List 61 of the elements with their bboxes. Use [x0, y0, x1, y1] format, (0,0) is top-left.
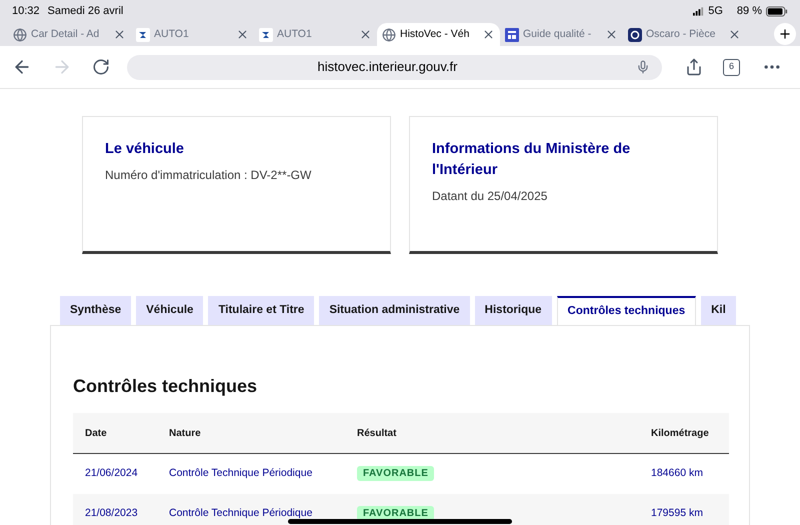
tab-title: AUTO1: [154, 26, 190, 42]
network-label: 5G: [708, 4, 723, 20]
status-date: Samedi 26 avril: [48, 4, 124, 20]
card-title: Le véhicule: [105, 140, 185, 159]
battery-icon: [766, 6, 788, 17]
tab-title: HistoVec - Véh: [400, 26, 470, 42]
nature-link[interactable]: Contrôle Technique Périodique: [169, 506, 357, 522]
browser-tab[interactable]: HistoVec - Véh: [377, 23, 500, 46]
close-icon[interactable]: [359, 28, 372, 41]
section-heading: Contrôles techniques: [73, 375, 258, 398]
close-icon[interactable]: [113, 28, 126, 41]
section-tab[interactable]: Contrôles techniques: [556, 296, 696, 325]
nature-link[interactable]: Contrôle Technique Périodique: [169, 466, 357, 482]
section-tab[interactable]: Kil: [701, 296, 736, 325]
section-tab[interactable]: Synthèse: [60, 296, 132, 325]
logo-icon: [628, 28, 642, 42]
close-icon[interactable]: [728, 28, 741, 41]
browser-tab[interactable]: Car Detail - Ad: [8, 23, 131, 46]
column-header: Kilométrage: [651, 426, 710, 440]
logo-icon: [259, 28, 273, 42]
section-tab[interactable]: Situation administrative: [319, 296, 470, 325]
section-tab[interactable]: Titulaire et Titre: [208, 296, 314, 325]
tab-title: Car Detail - Ad: [31, 26, 100, 42]
close-icon[interactable]: [605, 28, 618, 41]
column-header: Résultat: [357, 426, 398, 440]
card-text: Datant du 25/04/2025: [432, 188, 548, 205]
close-icon[interactable]: [482, 28, 495, 41]
share-icon[interactable]: [685, 58, 703, 76]
browser-tab[interactable]: Oscaro - Pièce: [623, 23, 746, 46]
mileage-link[interactable]: 184660 km: [651, 466, 717, 482]
column-header: Date: [85, 426, 108, 440]
address-bar[interactable]: histovec.interieur.gouv.fr: [127, 54, 662, 80]
browser-tab[interactable]: AUTO1: [131, 23, 254, 46]
browser-tab[interactable]: Guide qualité -: [500, 23, 623, 46]
close-icon[interactable]: [236, 28, 249, 41]
column-header: Nature: [169, 426, 202, 440]
card-title: Informations du Ministère de l'Intérieur: [432, 140, 632, 180]
date-link[interactable]: 21/06/2024: [85, 466, 169, 482]
battery-label: 89 %: [736, 4, 762, 20]
document-icon: [505, 28, 519, 42]
mileage-link[interactable]: 179595 km: [651, 506, 717, 522]
logo-icon: [136, 28, 150, 42]
url-text: histovec.interieur.gouv.fr: [316, 58, 458, 76]
signal-icon: [693, 7, 704, 16]
result-tag: FAVORABLE: [357, 466, 434, 482]
globe-icon: [13, 28, 27, 42]
tab-count-button[interactable]: 6: [723, 58, 740, 76]
microphone-icon[interactable]: [636, 60, 650, 74]
status-time: 10:32: [12, 4, 40, 20]
globe-icon: [382, 28, 396, 42]
date-link[interactable]: 21/08/2023: [85, 506, 169, 522]
plus-icon: [778, 27, 792, 41]
tab-title: Oscaro - Pièce: [646, 26, 716, 42]
tab-title: AUTO1: [277, 26, 313, 42]
tab-title: Guide qualité -: [523, 26, 592, 42]
reload-icon[interactable]: [92, 58, 110, 76]
card-text: Numéro d'immatriculation : DV-2**-GW: [105, 167, 312, 184]
new-tab-button[interactable]: [774, 23, 796, 45]
browser-tab[interactable]: AUTO1: [254, 23, 377, 46]
section-tab[interactable]: Véhicule: [136, 296, 204, 325]
section-tab[interactable]: Historique: [474, 296, 552, 325]
